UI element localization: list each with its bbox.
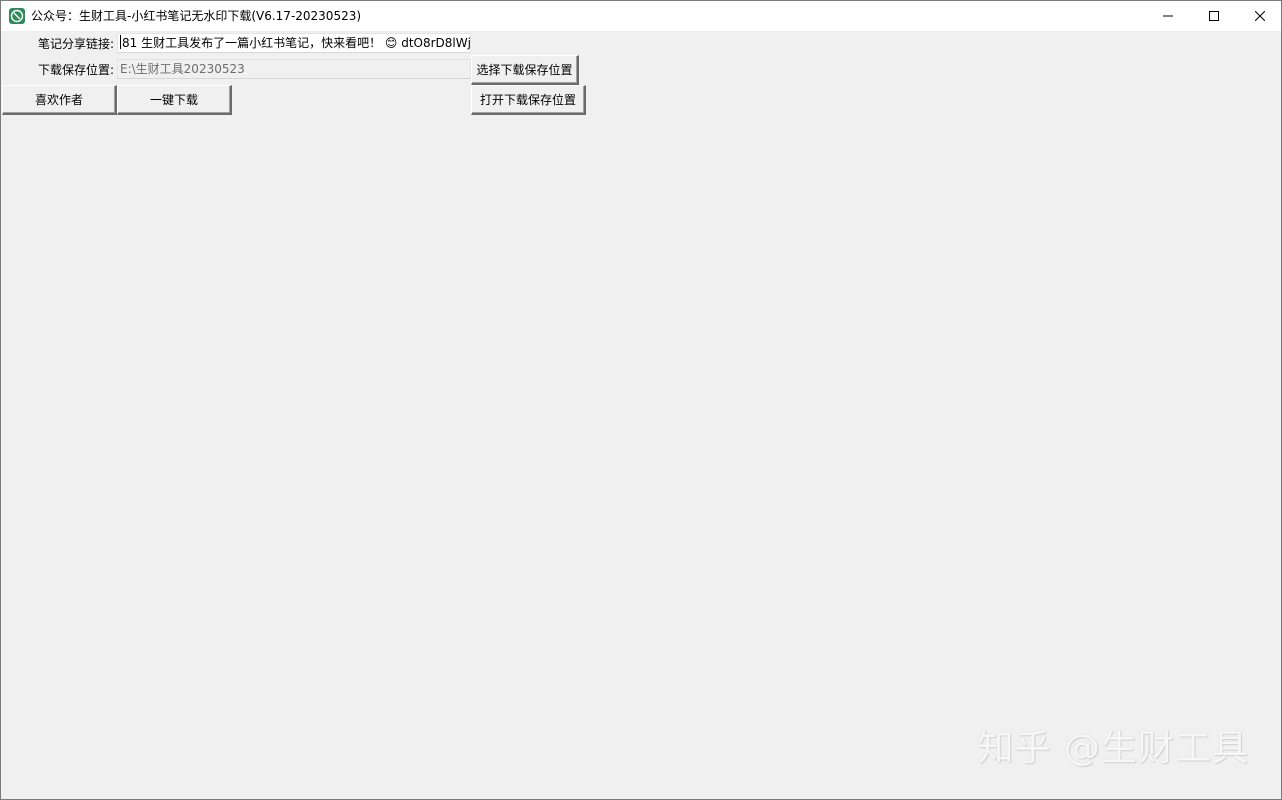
one-click-download-button[interactable]: 一键下载 <box>117 85 232 115</box>
open-location-button[interactable]: 打开下载保存位置 <box>471 85 586 115</box>
share-link-input[interactable]: 81 生财工具发布了一篇小红书笔记，快来看吧！ 😊 dtO8rD8lWj <box>117 33 471 53</box>
title-bar[interactable]: 公众号：生财工具-小红书笔记无水印下载(V6.17-20230523) <box>1 1 1281 31</box>
app-logo-icon <box>9 8 25 24</box>
like-author-button[interactable]: 喜欢作者 <box>2 85 117 115</box>
choose-location-button[interactable]: 选择下载保存位置 <box>471 55 579 85</box>
path-label: 下载保存位置: <box>38 63 115 77</box>
link-label: 笔记分享链接: <box>38 37 115 51</box>
close-icon <box>1255 11 1265 21</box>
save-path-input[interactable]: E:\生财工具20230523 <box>117 59 471 79</box>
minimize-button[interactable] <box>1145 1 1191 31</box>
app-window: 公众号：生财工具-小红书笔记无水印下载(V6.17-20230523) 笔记分享… <box>0 0 1282 800</box>
close-button[interactable] <box>1237 1 1282 31</box>
text-caret <box>120 35 121 49</box>
share-link-value: 81 生财工具发布了一篇小红书笔记，快来看吧！ 😊 dtO8rD8lWj <box>122 36 471 50</box>
watermark: 知乎 @生财工具 <box>977 728 1249 769</box>
maximize-icon <box>1209 11 1219 21</box>
window-title: 公众号：生财工具-小红书笔记无水印下载(V6.17-20230523) <box>31 9 362 23</box>
maximize-button[interactable] <box>1191 1 1237 31</box>
minimize-icon <box>1163 15 1173 17</box>
